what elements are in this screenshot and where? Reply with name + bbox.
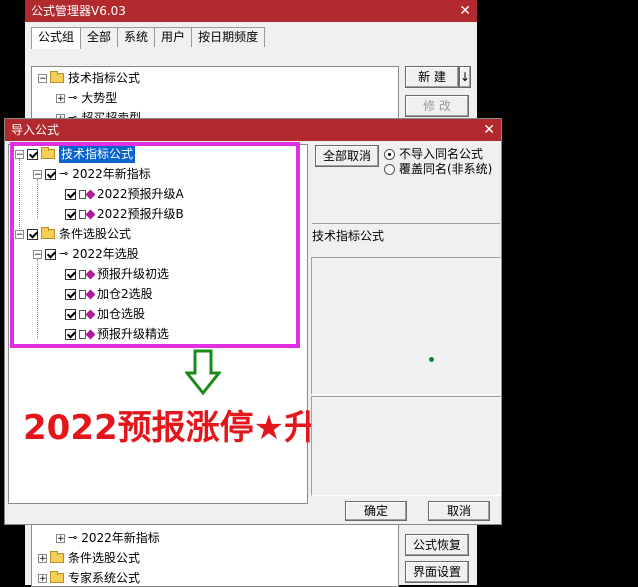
info-label: 技术指标公式	[312, 229, 385, 243]
preview-panel-top	[311, 257, 501, 395]
key-icon: ⊸	[68, 91, 78, 104]
new-dropdown-arrow-icon[interactable]: ↓	[459, 66, 471, 88]
folder-icon	[50, 571, 64, 583]
preview-panel-bottom	[311, 396, 501, 496]
close-icon[interactable]: ✕	[483, 119, 495, 141]
radio-label: 不导入同名公式	[399, 147, 484, 161]
radio-button[interactable]	[384, 163, 395, 175]
tab-user[interactable]: 用户	[154, 27, 193, 47]
tree-node-label: 专家系统公式	[68, 571, 141, 585]
import-dialog-title: 导入公式	[11, 123, 60, 137]
import-formula-dialog: 导入公式 ✕ − 技术指标公式 − ⊸ 2022年新指标 2022预报升级A 2…	[4, 118, 502, 525]
tree-node-market-trend[interactable]: + ⊸ 大势型	[56, 89, 117, 107]
radio-overwrite-same-name[interactable]: 覆盖同名(非系统)	[384, 162, 492, 176]
expand-icon[interactable]: +	[38, 573, 47, 583]
folder-icon	[50, 551, 64, 563]
expand-icon[interactable]: +	[56, 93, 65, 103]
ok-button[interactable]: 确定	[345, 501, 407, 521]
close-icon[interactable]: ✕	[459, 0, 471, 22]
import-dialog-titlebar: 导入公式 ✕	[5, 119, 501, 141]
tab-system[interactable]: 系统	[117, 27, 156, 47]
radio-skip-same-name[interactable]: 不导入同名公式	[384, 147, 483, 161]
divider	[312, 223, 500, 224]
tab-all[interactable]: 全部	[80, 27, 119, 47]
radio-button[interactable]	[384, 148, 395, 160]
tree-node-label: 大势型	[81, 91, 118, 105]
formula-manager-tabs: 公式组 全部 系统 用户 按日期频度	[31, 27, 266, 49]
tree-node-tech-indicators[interactable]: − 技术指标公式	[38, 69, 140, 87]
status-dot	[429, 357, 434, 362]
ui-settings-button[interactable]: 界面设置	[405, 561, 469, 583]
formula-restore-button[interactable]: 公式恢复	[405, 534, 469, 556]
key-icon: ⊸	[68, 531, 78, 544]
radio-label: 覆盖同名(非系统)	[399, 162, 493, 176]
tree-node-expert-system[interactable]: + 专家系统公式	[38, 569, 140, 587]
highlight-box	[10, 142, 300, 348]
collapse-icon[interactable]: −	[38, 73, 47, 83]
formula-manager-title: 公式管理器V6.03	[31, 4, 126, 18]
cancel-all-button[interactable]: 全部取消	[315, 145, 379, 167]
tree-node-label: 2022年新指标	[81, 531, 160, 545]
modify-button[interactable]: 修 改	[405, 95, 469, 117]
tree-node-2022-new-indicators[interactable]: + ⊸ 2022年新指标	[56, 529, 160, 547]
tab-by-date-frequency[interactable]: 按日期频度	[191, 27, 266, 47]
formula-manager-titlebar: 公式管理器V6.03 ✕	[25, 0, 477, 22]
tree-node-label: 技术指标公式	[68, 71, 141, 85]
expand-icon[interactable]: +	[56, 533, 65, 543]
expand-icon[interactable]: +	[38, 553, 47, 563]
tree-node-label: 条件选股公式	[68, 551, 141, 565]
down-arrow-icon	[185, 349, 221, 395]
folder-icon	[50, 71, 64, 83]
import-tree[interactable]: − 技术指标公式 − ⊸ 2022年新指标 2022预报升级A 2022预报升级…	[8, 142, 420, 504]
tree-node-stock-screening[interactable]: + 条件选股公式	[38, 549, 140, 567]
tab-formula-group[interactable]: 公式组	[31, 27, 82, 49]
cancel-button[interactable]: 取消	[428, 501, 490, 521]
new-button[interactable]: 新 建	[405, 66, 459, 88]
